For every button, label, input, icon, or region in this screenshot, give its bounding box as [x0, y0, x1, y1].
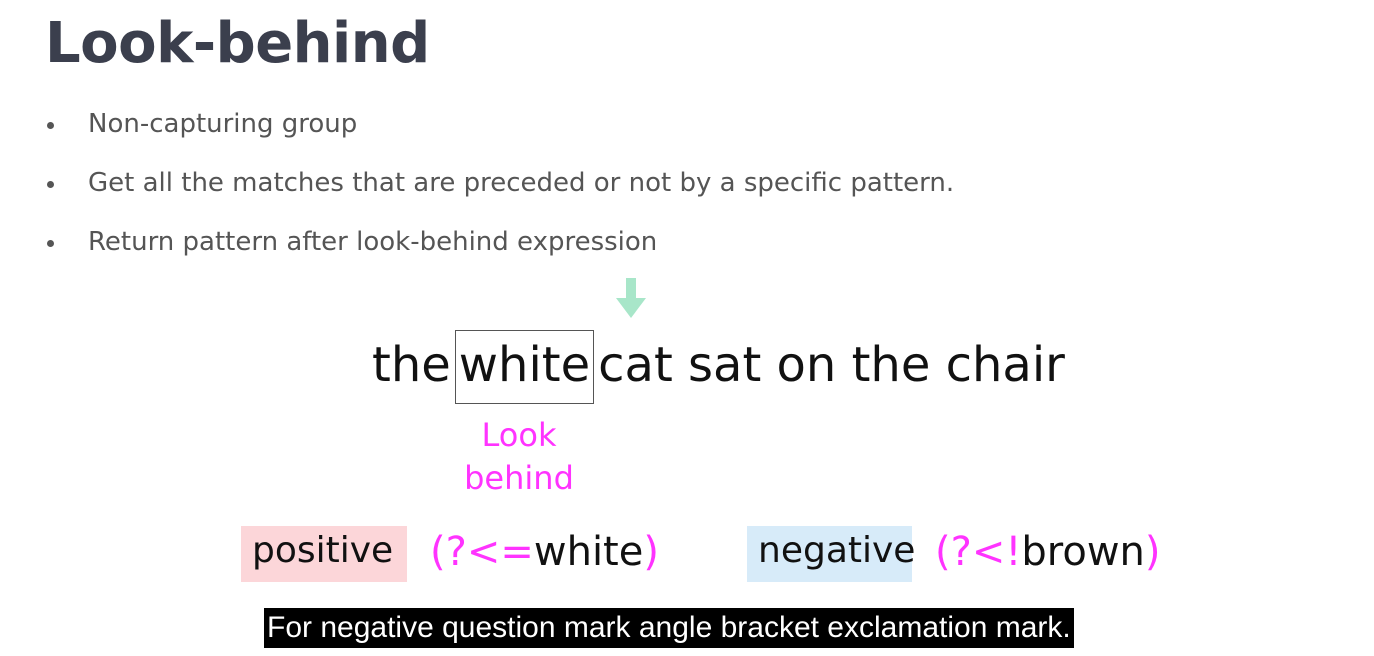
bullet-text: Return pattern after look-behind express… [88, 227, 658, 257]
expression-close: ) [1144, 529, 1161, 575]
bullet-item: Non-capturing group [45, 105, 954, 164]
bullet-dot-icon [47, 181, 54, 188]
bullet-item: Return pattern after look-behind express… [45, 223, 954, 282]
bullet-item: Get all the matches that are preceded or… [45, 164, 954, 223]
expression-word: brown [1021, 529, 1145, 575]
slide-title: Look-behind [45, 11, 430, 76]
negative-expression: (?<!brown) [935, 524, 1161, 580]
expression-open: (?<= [430, 529, 534, 575]
down-arrow-icon [616, 278, 646, 318]
look-behind-annotation: Look behind [440, 414, 598, 500]
positive-expression: (?<=white) [430, 524, 659, 580]
bullet-dot-icon [47, 240, 54, 247]
annotation-line: behind [464, 459, 574, 497]
bullet-dot-icon [47, 122, 54, 129]
bullet-text: Get all the matches that are preceded or… [88, 168, 955, 198]
expression-close: ) [643, 529, 659, 575]
positive-label: positive [241, 526, 407, 582]
example-sentence: the white cat sat on the chair [372, 330, 1065, 404]
highlighted-word-box: white [454, 330, 595, 404]
sentence-word-before: the [372, 337, 451, 393]
bullet-list: Non-capturing group Get all the matches … [45, 105, 954, 282]
bullet-text: Non-capturing group [88, 109, 358, 139]
annotation-line: Look [481, 416, 557, 454]
subtitle-caption: For negative question mark angle bracket… [264, 608, 1074, 648]
sentence-word-after: cat sat on the chair [598, 337, 1065, 393]
expression-open: (?<! [935, 529, 1022, 575]
expression-word: white [533, 529, 644, 575]
negative-label: negative [747, 526, 915, 582]
